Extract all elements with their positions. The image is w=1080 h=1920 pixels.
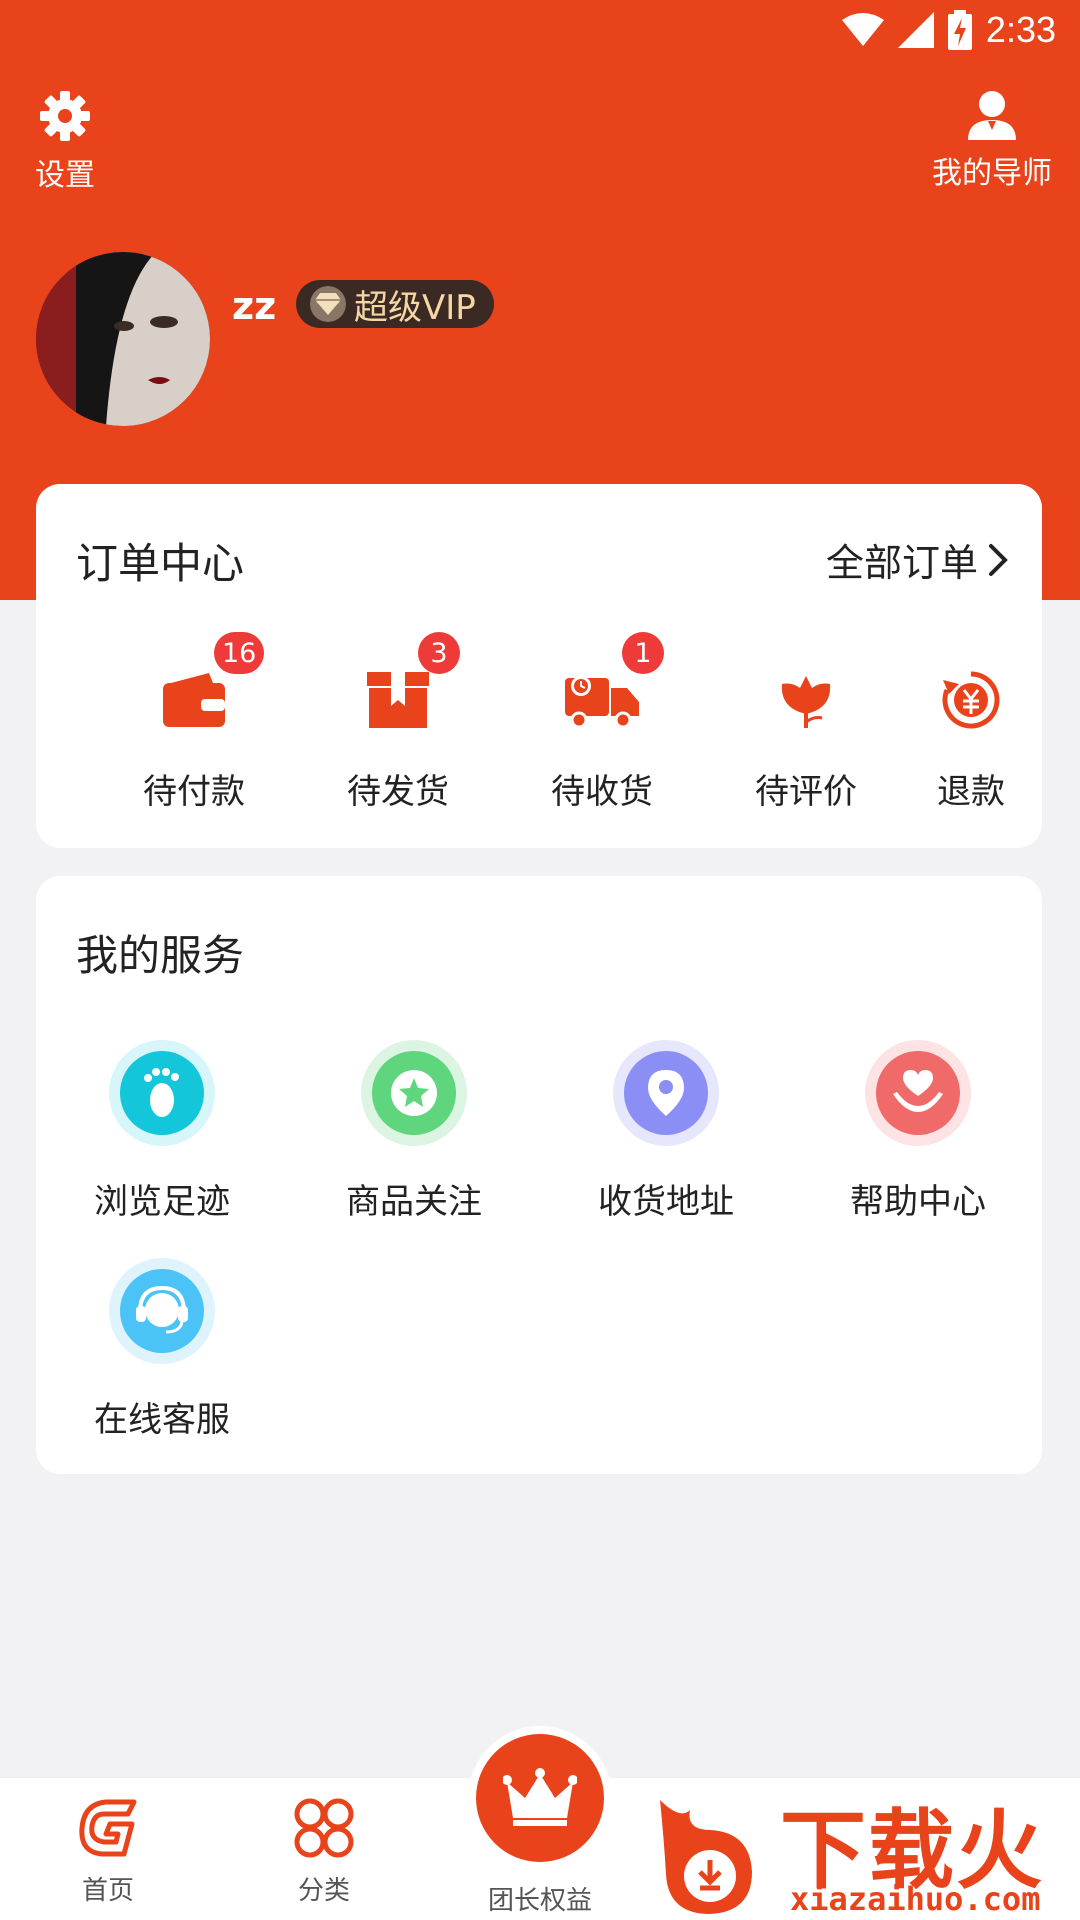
box-icon (367, 672, 429, 728)
diamond-icon (310, 286, 346, 322)
wallet-icon (163, 673, 225, 727)
status-bar: 2:33 (0, 0, 1080, 60)
order-pending-review[interactable]: 待评价 (726, 660, 886, 813)
watermark-url: xiazaihuo.com (790, 1880, 1041, 1918)
vip-label: 超级VIP (354, 287, 476, 328)
settings-label: 设置 (35, 158, 95, 193)
order-label: 待评价 (755, 772, 857, 812)
wifi-icon (841, 13, 884, 46)
all-orders-label: 全部订单 (825, 541, 978, 585)
tab-leader-benefits[interactable] (468, 1726, 612, 1870)
service-label: 在线客服 (94, 1400, 230, 1440)
order-pending-receipt[interactable]: 1 待收货 (522, 632, 682, 813)
order-status-row: 16 待付款 3 待发货 1 待收货 待评价 退款 (36, 632, 1042, 813)
cell-signal-icon (897, 12, 934, 48)
order-pending-payment[interactable]: 16 待付款 (114, 632, 274, 813)
tab-label: 团长权益 (487, 1886, 592, 1916)
service-label: 帮助中心 (850, 1182, 986, 1222)
watermark-logo: 下载火 xiazaihuo.com (640, 1780, 1080, 1920)
service-help-center[interactable]: 帮助中心 (818, 1040, 1018, 1223)
footprint-icon (144, 1068, 179, 1117)
battery-charging-icon (947, 10, 972, 50)
service-online-support[interactable]: 在线客服 (62, 1258, 262, 1441)
badge-pending-shipment: 3 (418, 632, 460, 674)
order-label: 待收货 (551, 772, 653, 812)
order-label: 待付款 (143, 772, 245, 812)
service-label: 收货地址 (598, 1182, 734, 1222)
mentor-button[interactable]: 我的导师 (932, 90, 1052, 192)
tab-category[interactable]: 分类 (254, 1796, 394, 1907)
settings-button[interactable]: 设置 (30, 90, 100, 194)
my-services-card: 我的服务 浏览足迹 商品关注 收货地址 帮助中心 在线客服 (36, 876, 1042, 1474)
order-refund[interactable]: 退款 (891, 660, 1051, 813)
helping-hand-heart-icon (893, 1070, 943, 1112)
badge-pending-receipt: 1 (622, 632, 664, 674)
headset-icon (136, 1285, 188, 1334)
status-time: 2:33 (985, 9, 1056, 50)
order-label: 退款 (937, 772, 1005, 812)
vip-badge[interactable]: 超级VIP (296, 280, 494, 328)
chevron-right-icon (989, 543, 1008, 576)
truck-icon (565, 676, 639, 728)
avatar-image (36, 252, 210, 426)
order-center-card: 订单中心 全部订单 16 待付款 3 待发货 1 待收货 待评价 退款 (36, 484, 1042, 848)
my-services-title: 我的服务 (76, 931, 245, 980)
username: zz (232, 284, 277, 328)
home-logo-icon (79, 1799, 137, 1857)
location-pin-icon (648, 1070, 684, 1116)
order-center-title: 订单中心 (76, 539, 245, 588)
service-label: 浏览足迹 (94, 1182, 230, 1222)
star-icon (391, 1070, 437, 1116)
refund-icon (942, 671, 1000, 729)
gear-icon (40, 91, 90, 141)
service-favorites[interactable]: 商品关注 (314, 1040, 514, 1223)
order-label: 待发货 (347, 772, 449, 812)
tab-home[interactable]: 首页 (38, 1796, 178, 1907)
crown-icon (503, 1768, 577, 1826)
category-grid-icon (294, 1798, 354, 1858)
service-address[interactable]: 收货地址 (566, 1040, 766, 1223)
service-browse-history[interactable]: 浏览足迹 (62, 1040, 262, 1223)
fire-download-icon (660, 1800, 752, 1914)
tab-label: 首页 (81, 1876, 134, 1906)
mentor-label: 我的导师 (932, 156, 1052, 191)
service-label: 商品关注 (346, 1182, 482, 1222)
order-pending-shipment[interactable]: 3 待发货 (318, 632, 478, 813)
flower-icon (781, 676, 831, 728)
badge-pending-payment: 16 (214, 632, 265, 674)
mentor-person-icon (968, 91, 1016, 140)
all-orders-link[interactable]: 全部订单 (826, 532, 1008, 587)
tab-label: 分类 (297, 1876, 350, 1906)
avatar[interactable] (36, 252, 210, 426)
